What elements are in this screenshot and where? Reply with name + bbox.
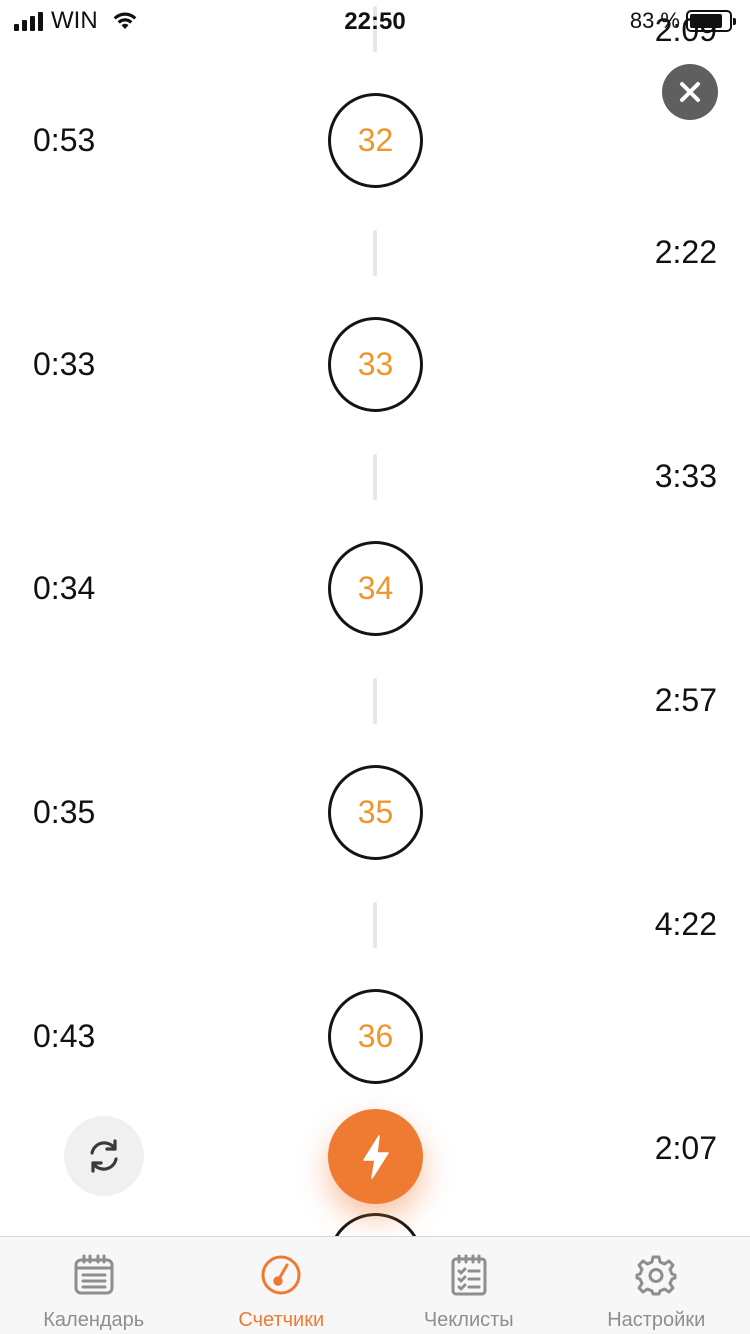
tab-label: Счетчики [238,1309,325,1331]
tab-checklists[interactable]: Чеклисты [375,1237,563,1334]
duration-time: 0:33 [33,346,96,382]
timeline-connector [373,902,377,948]
interval-time: 4:22 [654,906,717,942]
gauge-icon [261,1255,301,1295]
duration-time: 0:34 [33,570,96,606]
contraction-number: 35 [357,794,394,830]
tab-calendar[interactable]: Календарь [0,1237,188,1334]
close-button[interactable] [662,64,718,120]
contraction-number-circle[interactable]: 32 [328,93,423,188]
tab-counters[interactable]: Счетчики [188,1237,376,1334]
duration-time: 0:43 [33,1018,96,1054]
status-bar: WIN 22:50 83 % [0,0,750,42]
contraction-number: 34 [357,570,394,606]
interval-time: 2:22 [654,234,717,270]
contraction-number: 36 [357,1018,394,1054]
tab-label: Чеклисты [423,1309,514,1331]
tab-settings[interactable]: Настройки [563,1237,750,1334]
contractions-timeline[interactable]: 2:09 0:53 32 2:22 0:33 33 3:33 0:34 34 2… [0,0,750,1236]
interval-time: 2:07 [654,1130,717,1166]
contraction-number-circle[interactable] [328,1213,423,1236]
calendar-icon [74,1254,114,1295]
timeline-connector [373,230,377,276]
checklist-icon [451,1254,487,1296]
timeline-connector [373,678,377,724]
close-icon [680,82,700,102]
duration-time: 0:53 [33,122,96,158]
interval-time: 3:33 [654,458,717,494]
battery-icon [686,10,736,32]
contraction-number-circle[interactable]: 34 [328,541,423,636]
contraction-number: 32 [357,122,394,158]
contraction-number: 33 [357,346,394,382]
interval-time: 2:57 [654,682,717,718]
tab-label: Календарь [43,1309,145,1331]
refresh-button[interactable] [64,1116,144,1196]
tab-label: Настройки [607,1309,706,1331]
gear-icon [635,1255,677,1296]
contraction-number-circle[interactable]: 36 [328,989,423,1084]
lightning-icon [362,1134,389,1179]
refresh-icon [90,1139,118,1173]
duration-time: 0:35 [33,794,96,830]
tab-bar: Календарь Счетчики Чеклисты Настройки [0,1236,750,1334]
battery-percent: 83 % [629,8,680,33]
record-contraction-button[interactable] [328,1109,423,1204]
timeline-connector [373,454,377,500]
contraction-number-circle[interactable]: 35 [328,765,423,860]
contraction-number-circle[interactable]: 33 [328,317,423,412]
